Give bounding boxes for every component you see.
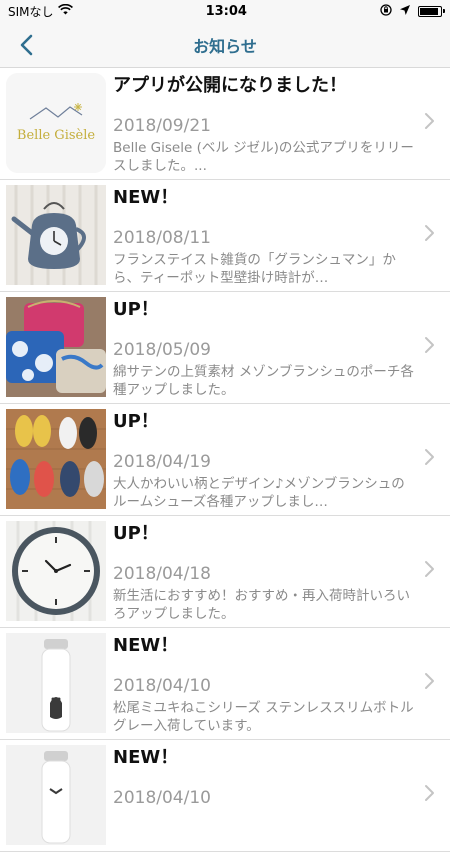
chevron-right-icon [425, 785, 434, 801]
news-content: UP！ 2018/05/09 綿サテンの上質素材 メゾンブランシュのポーチ各種ア… [111, 292, 450, 403]
bottle-image [6, 633, 106, 733]
news-date: 2018/05/09 [113, 340, 211, 360]
news-list: Belle Gisèle アプリが公開になりました！ 2018/09/21 Be… [0, 68, 450, 852]
news-description: フランステイスト雑貨の「グランシュマン」から、ティーポット型壁掛け時計が… [113, 252, 396, 286]
list-item[interactable]: Belle Gisèle アプリが公開になりました！ 2018/09/21 Be… [0, 68, 450, 180]
news-date: 2018/04/18 [113, 564, 211, 584]
news-description: 松尾ミユキねこシリーズ ステンレススリムボトル グレー入荷しています。 [113, 700, 414, 734]
news-description: Belle Gisele (ベル ジゼル)の公式アプリをリリースしました。... [113, 140, 414, 174]
chevron-right-icon [425, 449, 434, 465]
bottle-image [6, 745, 106, 845]
news-description [113, 811, 416, 847]
wall-clock-image [6, 521, 106, 621]
orientation-lock-icon [380, 3, 392, 19]
status-left: SIMなし [8, 3, 73, 20]
chevron-left-icon [20, 34, 33, 56]
news-description: 綿サテンの上質素材 メゾンブランシュのポーチ各種アップしました。 [113, 364, 414, 398]
chevron-right-icon [425, 561, 434, 577]
teapot-clock-image [6, 185, 106, 285]
chevron-right-icon [425, 113, 434, 129]
news-title: アプリが公開になりました！ [113, 75, 347, 96]
pouches-image [6, 297, 106, 397]
news-content: アプリが公開になりました！ 2018/09/21 Belle Gisele (ベ… [111, 68, 450, 179]
news-content: UP！ 2018/04/19 大人かわいい柄とデザイン♪メゾンブランシュのルーム… [111, 404, 450, 515]
wifi-icon [57, 3, 73, 18]
news-thumbnail: Belle Gisèle [6, 73, 106, 173]
news-title: NEW！ [113, 747, 179, 768]
chevron-right-icon [425, 337, 434, 353]
news-thumbnail [6, 409, 106, 509]
list-item[interactable]: NEW！ 2018/04/10 松尾ミユキねこシリーズ ステンレススリムボトル … [0, 628, 450, 740]
news-thumbnail [6, 633, 106, 733]
page-title: お知らせ [193, 36, 257, 56]
list-item[interactable]: UP！ 2018/04/19 大人かわいい柄とデザイン♪メゾンブランシュのルーム… [0, 404, 450, 516]
news-title: UP！ [113, 411, 159, 432]
list-item[interactable]: UP！ 2018/04/18 新生活におすすめ！おすすめ・再入荷時計いろいろアッ… [0, 516, 450, 628]
news-date: 2018/04/19 [113, 452, 211, 472]
chevron-right-icon [425, 673, 434, 689]
navigation-bar: お知らせ [0, 22, 450, 68]
news-title: UP！ [113, 299, 159, 320]
news-content: NEW！ 2018/08/11 フランステイスト雑貨の「グランシュマン」から、テ… [111, 180, 450, 291]
chevron-right-icon [425, 225, 434, 241]
status-bar: SIMなし 13:04 [0, 0, 450, 22]
news-content: NEW！ 2018/04/10 松尾ミユキねこシリーズ ステンレススリムボトル … [111, 628, 450, 739]
news-date: 2018/04/10 [113, 788, 211, 808]
list-item[interactable]: NEW！ 2018/08/11 フランステイスト雑貨の「グランシュマン」から、テ… [0, 180, 450, 292]
news-description: 新生活におすすめ！おすすめ・再入荷時計いろいろアップしました。 [113, 588, 410, 622]
news-content: NEW！ 2018/04/10 [111, 740, 450, 851]
news-description: 大人かわいい柄とデザイン♪メゾンブランシュのルームシューズ各種アップしまし… [113, 476, 405, 510]
news-title: UP！ [113, 523, 159, 544]
news-thumbnail [6, 745, 106, 845]
news-date: 2018/09/21 [113, 116, 211, 136]
news-title: NEW！ [113, 187, 179, 208]
news-content: UP！ 2018/04/18 新生活におすすめ！おすすめ・再入荷時計いろいろアッ… [111, 516, 450, 627]
back-button[interactable] [8, 28, 44, 62]
room-shoes-image [6, 409, 106, 509]
battery-icon [418, 5, 445, 17]
news-thumbnail [6, 297, 106, 397]
news-date: 2018/08/11 [113, 228, 211, 248]
news-thumbnail [6, 521, 106, 621]
status-right [380, 3, 445, 19]
location-icon [400, 4, 410, 18]
list-item[interactable]: NEW！ 2018/04/10 [0, 740, 450, 852]
carrier-label: SIMなし [8, 4, 54, 19]
news-date: 2018/04/10 [113, 676, 211, 696]
news-title: NEW！ [113, 635, 179, 656]
belle-gisele-logo: Belle Gisèle [6, 73, 106, 173]
clock: 13:04 [205, 3, 247, 19]
logo-wordmark: Belle Gisèle [17, 128, 95, 143]
list-item[interactable]: UP！ 2018/05/09 綿サテンの上質素材 メゾンブランシュのポーチ各種ア… [0, 292, 450, 404]
news-thumbnail [6, 185, 106, 285]
